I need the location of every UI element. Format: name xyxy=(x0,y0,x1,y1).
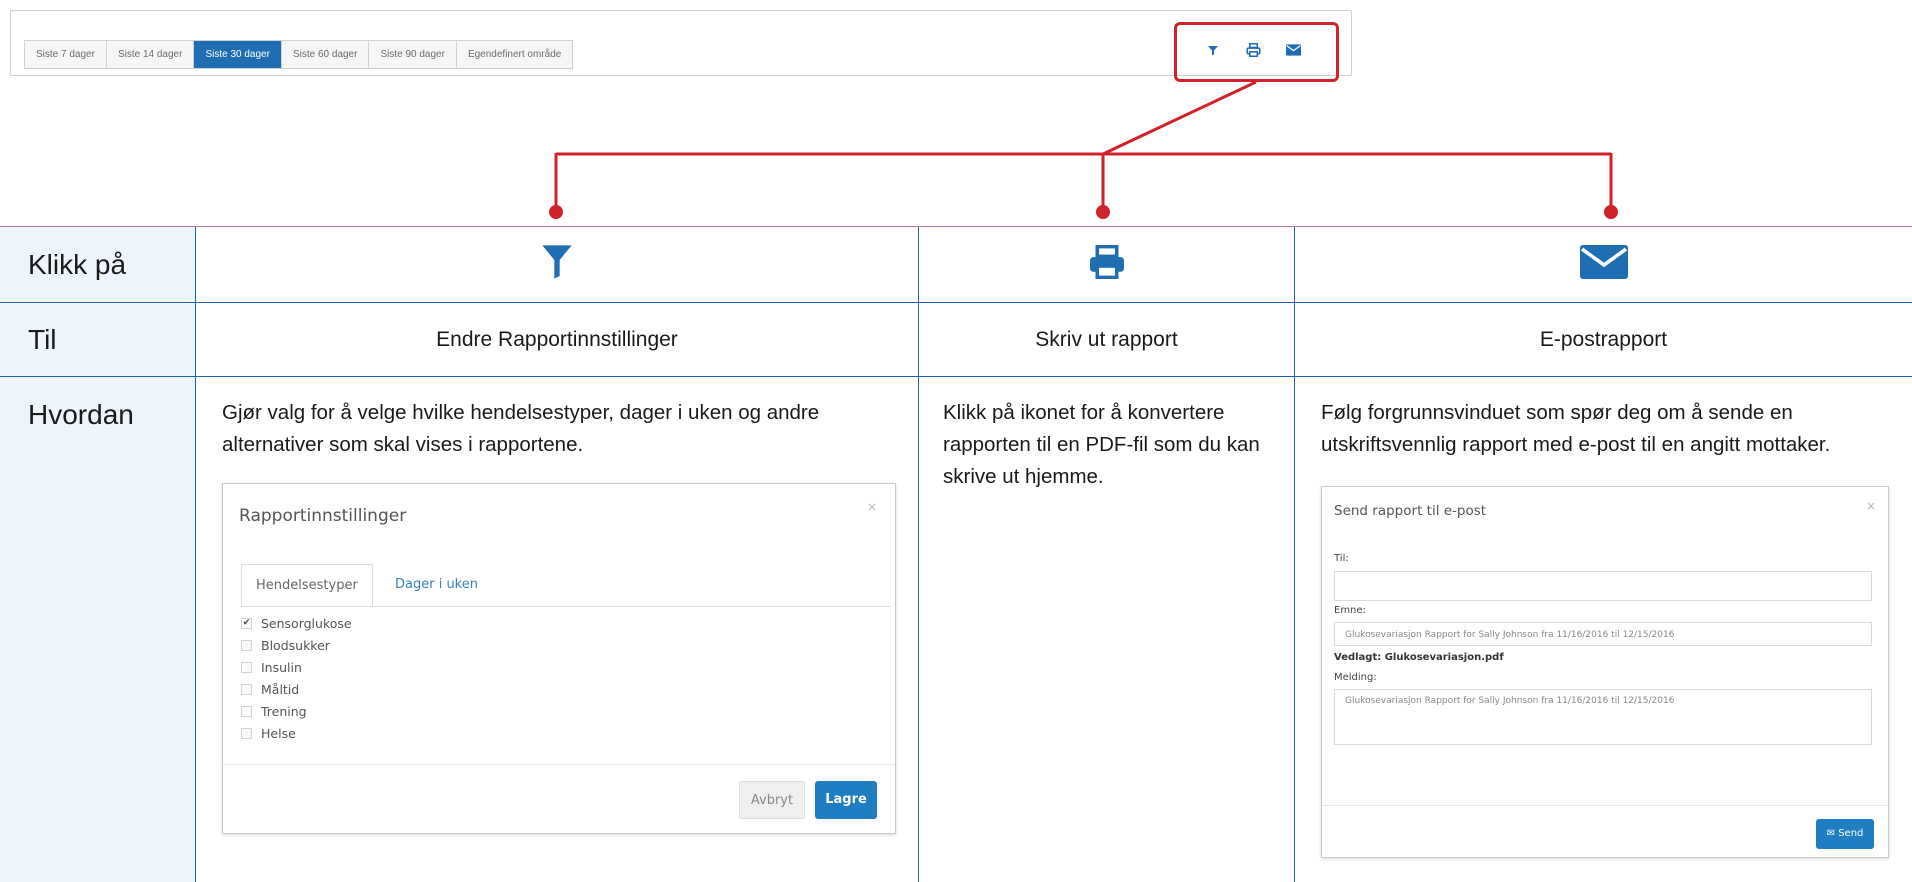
checkbox-exercise[interactable]: Trening xyxy=(241,700,352,722)
checkbox-box[interactable] xyxy=(241,683,252,695)
checkbox-box[interactable] xyxy=(241,639,252,651)
email-icon xyxy=(1579,244,1628,285)
checkbox-box[interactable] xyxy=(241,727,252,739)
cell-to-print: Skriv ut rapport xyxy=(919,303,1295,376)
cell-filter-icon xyxy=(196,227,919,302)
how-email-text: Følg forgrunnsvinduet som spør deg om å … xyxy=(1321,401,1831,456)
checkbox-health[interactable]: Helse xyxy=(241,722,352,744)
filter-icon xyxy=(541,244,573,286)
checkbox-label: Sensorglukose xyxy=(261,615,352,631)
row-click: Klikk på xyxy=(0,226,1912,303)
attachment-text: Vedlagt: Glukosevariasjon.pdf xyxy=(1334,652,1504,663)
cell-email-icon xyxy=(1295,227,1912,302)
checkbox-sensor-glucose[interactable]: ✔ Sensorglukose xyxy=(241,612,352,634)
cancel-button[interactable]: Avbryt xyxy=(739,781,805,819)
message-field[interactable]: Glukosevariasjon Rapport for Sally Johns… xyxy=(1334,689,1872,745)
row-label-click: Klikk på xyxy=(0,227,196,302)
cell-print-icon xyxy=(919,227,1295,302)
email-icon: ✉ xyxy=(1826,828,1835,839)
to-label: Til: xyxy=(1334,553,1349,564)
cell-to-settings: Endre Rapportinnstillinger xyxy=(196,303,919,376)
row-how: Hvordan Gjør valg for å velge hvilke hen… xyxy=(0,377,1912,882)
range-14-days-button[interactable]: Siste 14 dager xyxy=(106,41,195,68)
checkbox-label: Trening xyxy=(261,703,307,719)
checkbox-insulin[interactable]: Insulin xyxy=(241,656,352,678)
icons-callout-frame xyxy=(1174,22,1339,82)
send-label: Send xyxy=(1838,828,1864,839)
range-90-days-button[interactable]: Siste 90 dager xyxy=(369,41,457,68)
email-report-dialog: Send rapport til e-post × Til: Emne: Glu… xyxy=(1321,486,1889,858)
to-print-text: Skriv ut rapport xyxy=(1035,327,1178,351)
range-30-days-button[interactable]: Siste 30 dager xyxy=(194,41,282,68)
send-button[interactable]: ✉ Send xyxy=(1816,819,1874,849)
row-to: Til Endre Rapportinnstillinger Skriv ut … xyxy=(0,303,1912,377)
cell-how-print: Klikk på ikonet for å konvertere rapport… xyxy=(919,377,1295,882)
subject-field[interactable]: Glukosevariasjon Rapport for Sally Johns… xyxy=(1334,622,1872,646)
report-settings-dialog: Rapportinnstillinger × Hendelsestyper Da… xyxy=(222,483,896,834)
checkbox-label: Blodsukker xyxy=(261,637,330,653)
to-settings-text: Endre Rapportinnstillinger xyxy=(436,327,678,351)
range-60-days-button[interactable]: Siste 60 dager xyxy=(281,41,370,68)
checkbox-label: Helse xyxy=(261,725,296,741)
dialog-title: Rapportinnstillinger xyxy=(239,506,407,526)
checkbox-box[interactable]: ✔ xyxy=(241,617,252,629)
close-icon[interactable]: × xyxy=(1866,499,1876,513)
close-icon[interactable]: × xyxy=(867,500,877,514)
dialog-divider xyxy=(223,764,895,765)
checkbox-label: Måltid xyxy=(261,681,300,697)
dialog-divider xyxy=(1322,805,1888,806)
tab-weekdays[interactable]: Dager i uken xyxy=(381,564,492,606)
row-label-how: Hvordan xyxy=(0,377,196,882)
range-custom-button[interactable]: Egendefinert område xyxy=(456,41,573,68)
checkbox-box[interactable] xyxy=(241,661,252,673)
subject-label: Emne: xyxy=(1334,605,1366,616)
checkbox-box[interactable] xyxy=(241,705,252,717)
checkbox-meal[interactable]: Måltid xyxy=(241,678,352,700)
event-type-checklist: ✔ Sensorglukose Blodsukker Insulin Måltid… xyxy=(241,612,352,744)
to-email-text: E-postrapport xyxy=(1539,327,1668,351)
range-7-days-button[interactable]: Siste 7 dager xyxy=(25,41,107,68)
cell-how-settings: Gjør valg for å velge hvilke hendelsesty… xyxy=(196,377,919,882)
dialog-title: Send rapport til e-post xyxy=(1334,503,1487,519)
settings-tabs: Hendelsestyper Dager i uken xyxy=(241,564,891,607)
save-button[interactable]: Lagre xyxy=(815,781,877,819)
to-field[interactable] xyxy=(1334,571,1872,601)
how-print-text: Klikk på ikonet for å konvertere rapport… xyxy=(943,401,1260,488)
tab-event-types[interactable]: Hendelsestyper xyxy=(241,564,373,606)
message-label: Melding: xyxy=(1334,672,1377,683)
cell-how-email: Følg forgrunnsvinduet som spør deg om å … xyxy=(1295,377,1912,882)
checkbox-blood-glucose[interactable]: Blodsukker xyxy=(241,634,352,656)
date-range-group: Siste 7 dager Siste 14 dager Siste 30 da… xyxy=(24,40,574,69)
row-label-to: Til xyxy=(0,303,196,376)
checkbox-label: Insulin xyxy=(261,659,302,675)
how-settings-text: Gjør valg for å velge hvilke hendelsesty… xyxy=(222,401,820,456)
report-toolbar: Siste 7 dager Siste 14 dager Siste 30 da… xyxy=(10,10,1352,76)
cell-to-email: E-postrapport xyxy=(1295,303,1912,376)
print-icon xyxy=(1087,244,1127,285)
